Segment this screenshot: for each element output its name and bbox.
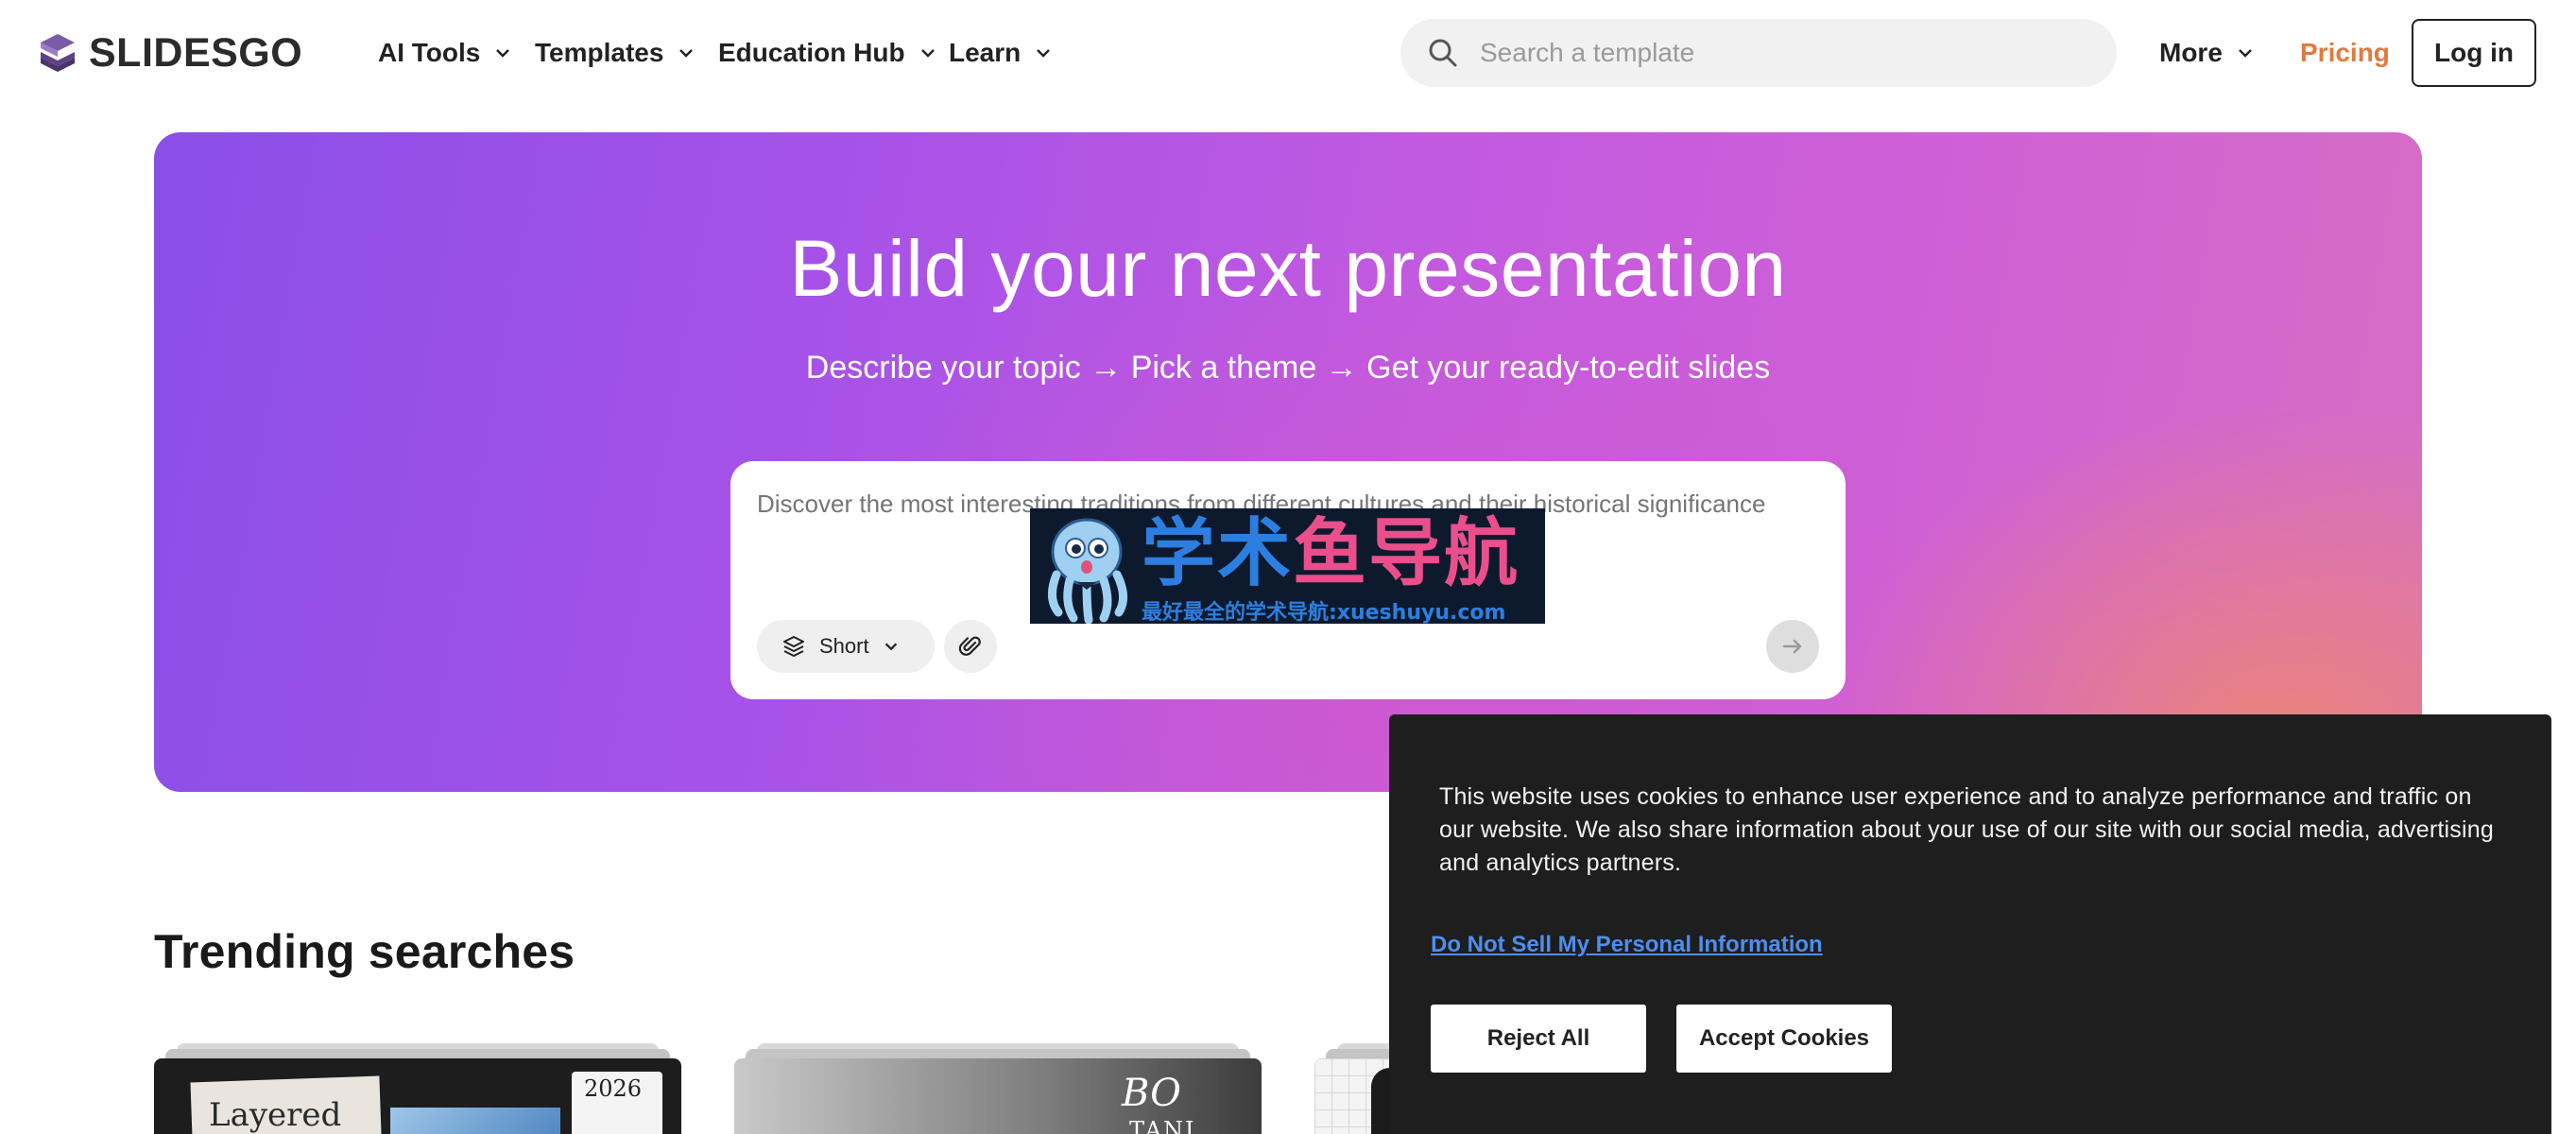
chevron-down-icon — [2239, 49, 2252, 58]
watermark-title-part1: 学术 — [1142, 511, 1294, 596]
template-search-bar — [1400, 19, 2117, 87]
more-menu[interactable]: More — [2159, 28, 2255, 77]
chevron-down-icon — [884, 643, 897, 651]
card-thumbnail: Layered 2026 — [154, 1058, 681, 1134]
octopus-mascot-icon — [1048, 518, 1127, 624]
hero-subtitle: Describe your topic → Pick a theme → Get… — [805, 350, 1771, 386]
hero-title: Build your next presentation — [789, 224, 1787, 313]
arrow-right-icon — [1782, 639, 1802, 654]
thumbnail-subtext: TANI — [1129, 1117, 1196, 1134]
watermark-title: 学术鱼导航 — [1142, 508, 1520, 599]
nav-ai-tools[interactable]: AI Tools — [378, 28, 512, 77]
paperclip-icon — [958, 636, 981, 656]
logo-text: SLIDESGO — [89, 29, 303, 76]
nav-learn[interactable]: Learn — [949, 28, 1053, 77]
trending-card[interactable]: BO TANI — [734, 1043, 1262, 1134]
nav-label: Education Hub — [718, 38, 905, 67]
layers-icon — [783, 636, 804, 657]
length-selector[interactable]: Short — [757, 620, 935, 673]
thumbnail-text: BO — [1122, 1072, 1181, 1115]
search-icon[interactable] — [1427, 37, 1459, 69]
accept-cookies-button[interactable]: Accept Cookies — [1676, 1005, 1892, 1073]
send-button[interactable] — [1766, 620, 1819, 673]
thumbnail-badge: 2026 — [584, 1075, 643, 1102]
chevron-down-icon — [1037, 49, 1051, 58]
nav-label: AI Tools — [378, 38, 481, 67]
slidesgo-logo[interactable]: SLIDESGO — [36, 28, 302, 77]
top-header: SLIDESGO AI Tools Templates Education Hu… — [0, 0, 2576, 106]
chevron-down-icon — [920, 49, 935, 58]
nav-label: Templates — [535, 38, 664, 67]
do-not-sell-link[interactable]: Do Not Sell My Personal Information — [1431, 932, 1823, 958]
slidesgo-logo-icon — [41, 34, 75, 72]
login-button[interactable]: Log in — [2412, 19, 2536, 87]
length-selector-label: Short — [819, 634, 869, 658]
more-label: More — [2159, 38, 2223, 67]
card-thumbnail: BO TANI — [734, 1058, 1262, 1134]
thumbnail-text: Layered — [209, 1096, 342, 1134]
reject-all-button[interactable]: Reject All — [1431, 1005, 1646, 1073]
chevron-down-icon — [679, 49, 694, 58]
watermark-overlay: 学术鱼导航 最好最全的学术导航:xueshuyu.com — [1030, 508, 1545, 624]
nav-templates[interactable]: Templates — [535, 28, 696, 77]
attach-file-button[interactable] — [944, 620, 997, 673]
watermark-url: 最好最全的学术导航:xueshuyu.com — [1142, 601, 1506, 624]
watermark-title-part2: 鱼导航 — [1293, 511, 1520, 596]
thumbnail-photo — [390, 1108, 560, 1134]
cookie-banner: This website uses cookies to enhance use… — [1389, 714, 2551, 1134]
cookie-message: This website uses cookies to enhance use… — [1439, 783, 2494, 876]
chevron-down-icon — [496, 49, 510, 58]
search-input[interactable] — [1480, 38, 2085, 68]
trending-card[interactable]: Layered 2026 — [154, 1043, 681, 1134]
nav-education-hub[interactable]: Education Hub — [718, 28, 937, 77]
hero-banner: Build your next presentation Describe yo… — [154, 132, 2422, 792]
pricing-link[interactable]: Pricing — [2300, 28, 2390, 77]
trending-title: Trending searches — [154, 925, 575, 978]
nav-label: Learn — [949, 38, 1022, 67]
